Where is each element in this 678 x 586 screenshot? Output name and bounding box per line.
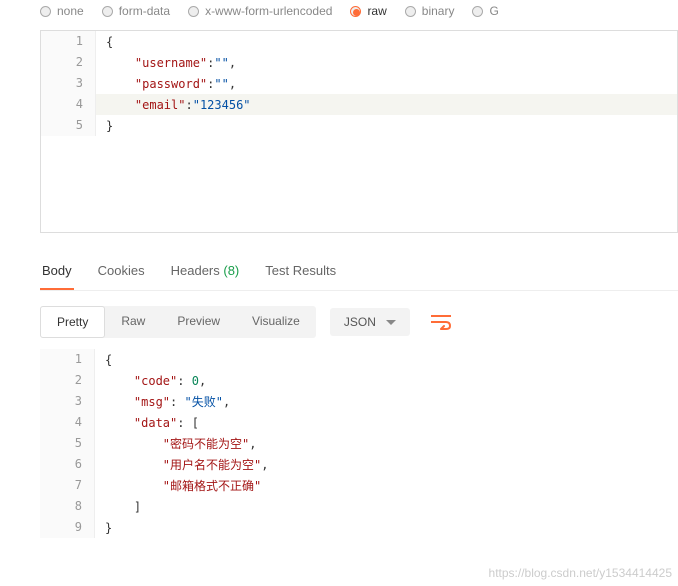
- view-pretty[interactable]: Pretty: [40, 306, 105, 338]
- tab-headers[interactable]: Headers (8): [169, 257, 242, 290]
- tab-headers-label: Headers: [171, 263, 220, 278]
- radio-none[interactable]: none: [40, 4, 84, 18]
- radio-graphql[interactable]: G: [472, 4, 498, 18]
- radio-icon: [102, 6, 113, 17]
- tab-cookies[interactable]: Cookies: [96, 257, 147, 290]
- radio-icon: [188, 6, 199, 17]
- format-label: JSON: [344, 315, 376, 329]
- line-number: 9: [40, 517, 95, 538]
- view-mode-tabs: Pretty Raw Preview Visualize: [40, 306, 316, 338]
- tab-body[interactable]: Body: [40, 257, 74, 290]
- radio-label: binary: [422, 4, 455, 18]
- radio-label: raw: [367, 4, 386, 18]
- chevron-down-icon: [386, 320, 396, 325]
- radio-icon: [40, 6, 51, 17]
- code-line: "username":"",: [96, 56, 236, 70]
- body-type-selector: none form-data x-www-form-urlencoded raw…: [0, 0, 678, 26]
- response-tabs: Body Cookies Headers (8) Test Results: [40, 257, 678, 291]
- response-body-editor[interactable]: 1{ 2 "code": 0, 3 "msg": "失败", 4 "data":…: [40, 349, 678, 538]
- line-number: 5: [40, 433, 95, 454]
- radio-icon: [472, 6, 483, 17]
- radio-icon: [405, 6, 416, 17]
- radio-icon: [350, 6, 361, 17]
- line-number: 8: [40, 496, 95, 517]
- line-number: 2: [41, 52, 96, 73]
- response-view-controls: Pretty Raw Preview Visualize JSON: [40, 305, 678, 339]
- code-line: ]: [95, 500, 141, 514]
- wrap-lines-button[interactable]: [424, 305, 458, 339]
- radio-urlencoded[interactable]: x-www-form-urlencoded: [188, 4, 332, 18]
- view-visualize[interactable]: Visualize: [236, 306, 316, 338]
- code-line: {: [95, 353, 112, 367]
- code-line: "用户名不能为空",: [95, 456, 268, 473]
- radio-label: x-www-form-urlencoded: [205, 4, 332, 18]
- code-line: "data": [: [95, 416, 199, 430]
- tab-test-results[interactable]: Test Results: [263, 257, 338, 290]
- code-line: "msg": "失败",: [95, 393, 230, 410]
- line-number: 4: [41, 94, 96, 115]
- line-number: 1: [41, 31, 96, 52]
- line-number: 1: [40, 349, 95, 370]
- line-number: 4: [40, 412, 95, 433]
- watermark: https://blog.csdn.net/y1534414425: [489, 566, 672, 580]
- radio-label: none: [57, 4, 84, 18]
- line-number: 3: [40, 391, 95, 412]
- line-number: 3: [41, 73, 96, 94]
- code-line: "密码不能为空",: [95, 435, 256, 452]
- code-line: }: [96, 119, 113, 133]
- code-line: "邮箱格式不正确": [95, 477, 261, 494]
- line-number: 7: [40, 475, 95, 496]
- code-line: "email":"123456": [96, 98, 251, 112]
- request-body-editor[interactable]: 1{ 2 "username":"", 3 "password":"", 4 "…: [40, 30, 678, 233]
- line-number: 2: [40, 370, 95, 391]
- code-line: {: [96, 35, 113, 49]
- radio-label: form-data: [119, 4, 170, 18]
- format-dropdown[interactable]: JSON: [330, 308, 410, 336]
- wrap-icon: [431, 314, 451, 330]
- code-line: }: [95, 521, 112, 535]
- radio-form-data[interactable]: form-data: [102, 4, 170, 18]
- code-line: "password":"",: [96, 77, 236, 91]
- headers-count: (8): [223, 263, 239, 278]
- line-number: 5: [41, 115, 96, 136]
- view-preview[interactable]: Preview: [161, 306, 236, 338]
- line-number: 6: [40, 454, 95, 475]
- radio-raw[interactable]: raw: [350, 4, 386, 18]
- radio-binary[interactable]: binary: [405, 4, 455, 18]
- view-raw[interactable]: Raw: [105, 306, 161, 338]
- radio-label: G: [489, 4, 498, 18]
- code-line: "code": 0,: [95, 374, 206, 388]
